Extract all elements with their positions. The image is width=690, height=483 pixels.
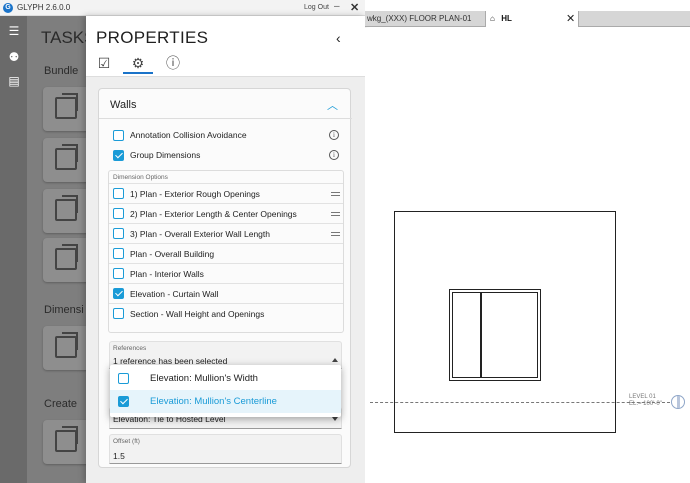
section-dimensions: Dimensi bbox=[44, 304, 84, 316]
checkbox[interactable] bbox=[113, 130, 124, 141]
checkbox[interactable] bbox=[113, 248, 124, 259]
tab-floor-plan[interactable]: wkg_(XXX) FLOOR PLAN-01 bbox=[365, 11, 485, 27]
references-label: References bbox=[113, 345, 147, 352]
collapse-chevron-icon[interactable]: ︿ bbox=[327, 97, 338, 113]
references-dropdown: Elevation: Mullion's Width Elevation: Mu… bbox=[110, 365, 341, 417]
drag-handle-icon[interactable] bbox=[331, 212, 340, 216]
title-bar: G GLYPH 2.6.0.0 Log Out – ✕ bbox=[0, 0, 365, 16]
tab-info[interactable]: ⓘ bbox=[158, 52, 188, 74]
dimension-options-label: Dimension Options bbox=[113, 174, 168, 181]
tab-checklist[interactable]: ☑ bbox=[89, 52, 119, 74]
option-label: Group Dimensions bbox=[130, 150, 201, 160]
bundle-tool-button[interactable] bbox=[43, 238, 91, 282]
level-label: LEVEL 01 EL.= 100'-0" bbox=[629, 394, 662, 408]
info-icon[interactable]: i bbox=[329, 150, 339, 160]
tab-close-icon[interactable]: ✕ bbox=[566, 12, 575, 25]
home-icon: ⌂ bbox=[490, 14, 495, 23]
app-name: GLYPH 2.6.0.0 bbox=[17, 3, 71, 12]
option-label: 2) Plan - Exterior Length & Center Openi… bbox=[130, 209, 297, 219]
checkbox[interactable] bbox=[113, 288, 124, 299]
option-label: Elevation - Curtain Wall bbox=[130, 289, 219, 299]
option-label: Section - Wall Height and Openings bbox=[130, 309, 265, 319]
drag-handle-icon[interactable] bbox=[331, 232, 340, 236]
list-icon[interactable]: ☰ bbox=[7, 24, 21, 38]
offset-value[interactable]: 1.5 bbox=[113, 451, 125, 461]
option-label: Plan - Interior Walls bbox=[130, 269, 204, 279]
app-logo-icon: G bbox=[3, 3, 13, 13]
create-tool-button[interactable] bbox=[43, 420, 91, 464]
walls-card-title: Walls bbox=[110, 99, 137, 111]
dimension-option[interactable]: Section - Wall Height and Openings bbox=[109, 303, 343, 323]
dimension-option[interactable]: Plan - Interior Walls bbox=[109, 263, 343, 283]
close-window-button[interactable]: ✕ bbox=[350, 1, 359, 14]
tab-hl[interactable]: ⌂ HL ✕ bbox=[485, 11, 579, 27]
option-label: 1) Plan - Exterior Rough Openings bbox=[130, 189, 260, 199]
drag-handle-icon[interactable] bbox=[331, 192, 340, 196]
section-bundle: Bundle bbox=[44, 65, 79, 77]
checkbox[interactable] bbox=[118, 373, 129, 384]
copy-icon bbox=[55, 195, 78, 221]
properties-title: PROPERTIES bbox=[96, 28, 209, 47]
copy-icon bbox=[55, 144, 78, 170]
checkbox[interactable] bbox=[113, 188, 124, 199]
option-label: Plan - Overall Building bbox=[130, 249, 215, 259]
copy-icon bbox=[55, 244, 78, 270]
dropdown-option[interactable]: Elevation: Mullion's Centerline bbox=[110, 390, 341, 413]
offset-label: Offset (ft) bbox=[113, 438, 140, 445]
tab-label: HL bbox=[501, 14, 512, 23]
chevron-up-icon[interactable] bbox=[332, 358, 338, 362]
checkbox[interactable] bbox=[118, 396, 129, 407]
option-group-dimensions[interactable]: Group Dimensions i bbox=[109, 147, 342, 165]
view-tabs: wkg_(XXX) FLOOR PLAN-01 ⌂ HL ✕ bbox=[365, 11, 690, 27]
dimension-option[interactable]: 3) Plan - Overall Exterior Wall Length bbox=[109, 223, 343, 243]
option-label: Annotation Collision Avoidance bbox=[130, 130, 247, 140]
dimension-tool-button[interactable] bbox=[43, 326, 91, 370]
bundle-tool-button[interactable] bbox=[43, 87, 91, 131]
back-chevron-icon[interactable]: ‹ bbox=[336, 30, 341, 46]
chart-icon[interactable]: ▤ bbox=[7, 74, 21, 88]
checkbox[interactable] bbox=[113, 150, 124, 161]
copy-icon bbox=[55, 93, 78, 119]
mullion bbox=[480, 292, 482, 378]
section-create: Create bbox=[44, 398, 78, 410]
level-head-icon bbox=[671, 395, 685, 409]
checkbox[interactable] bbox=[113, 268, 124, 279]
info-icon[interactable]: i bbox=[329, 130, 339, 140]
dimension-option[interactable]: Elevation - Curtain Wall bbox=[109, 283, 343, 303]
dimension-option[interactable]: 1) Plan - Exterior Rough Openings bbox=[109, 183, 343, 203]
option-label: Elevation: Mullion's Centerline bbox=[150, 396, 277, 407]
bundle-tool-button[interactable] bbox=[43, 138, 91, 182]
robot-icon[interactable]: ⚉ bbox=[7, 50, 21, 64]
level-line bbox=[370, 402, 670, 403]
option-label: 3) Plan - Overall Exterior Wall Length bbox=[130, 229, 270, 239]
logout-link[interactable]: Log Out bbox=[304, 4, 329, 11]
dropdown-option[interactable]: Elevation: Mullion's Width bbox=[110, 367, 341, 390]
curtain-wall-frame bbox=[452, 292, 538, 378]
offset-field[interactable]: Offset (ft) 1.5 bbox=[109, 434, 342, 464]
level-name: LEVEL 01 bbox=[629, 394, 656, 400]
dimension-options-group: Dimension Options 1) Plan - Exterior Rou… bbox=[108, 170, 344, 333]
create-icon bbox=[55, 426, 78, 452]
checkbox[interactable] bbox=[113, 208, 124, 219]
curtain-wall bbox=[449, 289, 541, 381]
nav-rail: ☰ ⚉ ▤ bbox=[0, 16, 27, 483]
card-divider bbox=[99, 118, 352, 119]
dimension-option[interactable]: 2) Plan - Exterior Length & Center Openi… bbox=[109, 203, 343, 223]
option-label: Elevation: Mullion's Width bbox=[150, 373, 258, 384]
bundle-tool-button[interactable] bbox=[43, 189, 91, 233]
checkbox[interactable] bbox=[113, 308, 124, 319]
option-annotation-collision[interactable]: Annotation Collision Avoidance i bbox=[109, 127, 342, 145]
chevron-down-icon[interactable] bbox=[332, 417, 338, 421]
dimension-option[interactable]: Plan - Overall Building bbox=[109, 243, 343, 263]
dimension-icon bbox=[55, 332, 78, 358]
checkbox[interactable] bbox=[113, 228, 124, 239]
drawing-canvas[interactable]: LEVEL 01 EL.= 100'-0" bbox=[365, 28, 690, 483]
tab-settings[interactable]: ⚙ bbox=[123, 52, 153, 74]
level-elevation: EL.= 100'-0" bbox=[629, 401, 662, 407]
minimize-button[interactable]: – bbox=[334, 1, 340, 12]
